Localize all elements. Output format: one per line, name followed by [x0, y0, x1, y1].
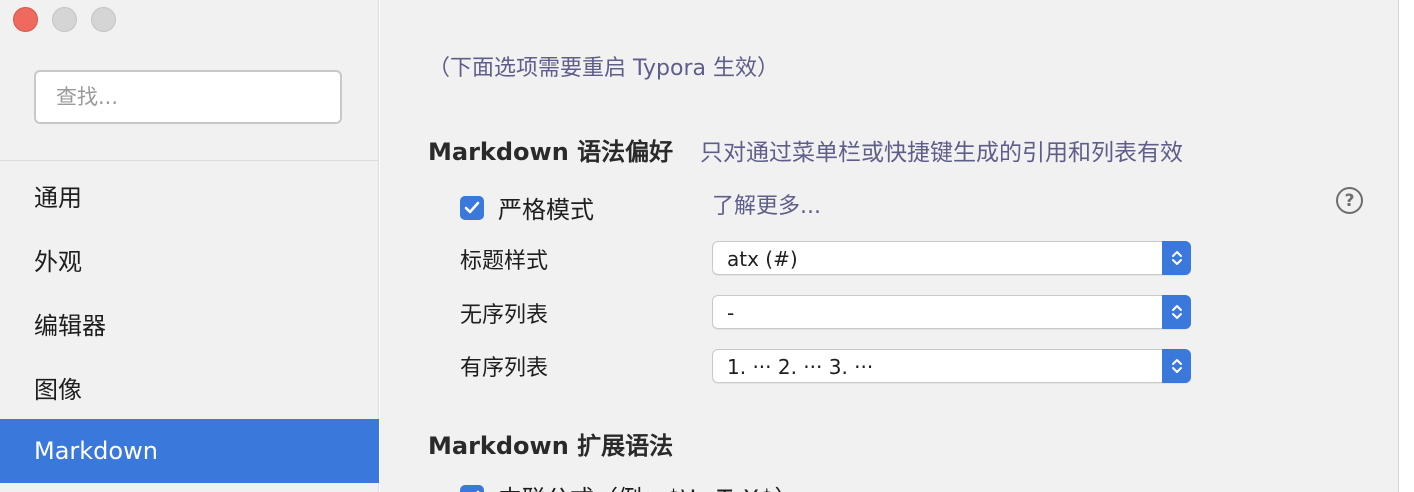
inline-math-label: 内联公式（例：$\LaTeX$） — [498, 479, 799, 492]
sidebar-item-label: 编辑器 — [34, 311, 106, 340]
zoom-window-button[interactable] — [91, 7, 116, 32]
chevron-updown-icon — [1162, 241, 1191, 275]
sidebar-item-general[interactable]: 通用 — [0, 163, 379, 227]
strict-mode-label: 严格模式 — [498, 196, 594, 224]
unordered-list-label: 无序列表 — [460, 303, 549, 328]
search-box[interactable] — [34, 70, 342, 124]
question-circle-icon[interactable]: ? — [1336, 187, 1363, 214]
heading-style-value: atx (#) — [727, 247, 798, 271]
sidebar-item-editor[interactable]: 编辑器 — [0, 291, 379, 355]
chevron-updown-icon — [1162, 349, 1191, 383]
sidebar-item-label: 图像 — [34, 375, 82, 404]
sidebar-item-image[interactable]: 图像 — [0, 355, 379, 419]
sidebar-item-markdown[interactable]: Markdown — [0, 419, 379, 483]
sidebar-item-appearance[interactable]: 外观 — [0, 227, 379, 291]
unordered-list-value: - — [727, 301, 735, 325]
minimize-window-button[interactable] — [52, 7, 77, 32]
preferences-nav: 通用 外观 编辑器 图像 Markdown — [0, 163, 379, 483]
learn-more-link[interactable]: 了解更多... — [712, 188, 821, 220]
window-edge — [1398, 0, 1414, 492]
unordered-list-select[interactable]: - — [712, 295, 1191, 329]
strict-mode-checkbox[interactable] — [460, 195, 484, 220]
chevron-updown-icon — [1162, 295, 1191, 329]
syntax-section-title: Markdown 语法偏好 — [428, 138, 674, 166]
inline-math-checkbox[interactable] — [460, 484, 484, 492]
ordered-list-value: 1. ··· 2. ··· 3. ··· — [727, 355, 874, 379]
sidebar-item-label: 外观 — [34, 247, 82, 276]
restart-note: （下面选项需要重启 Typora 生效） — [428, 56, 779, 81]
ordered-list-select[interactable]: 1. ··· 2. ··· 3. ··· — [712, 349, 1191, 383]
syntax-section-hint: 只对通过菜单栏或快捷键生成的引用和列表有效 — [700, 140, 1183, 166]
heading-style-label: 标题样式 — [460, 249, 549, 274]
sidebar: 通用 外观 编辑器 图像 Markdown — [0, 0, 379, 492]
window-controls — [13, 7, 116, 33]
extended-section-title: Markdown 扩展语法 — [428, 432, 674, 460]
strict-mode-option[interactable]: 严格模式 — [460, 190, 594, 225]
search-input[interactable] — [36, 72, 340, 122]
checkmark-icon — [464, 201, 480, 213]
ordered-list-label: 有序列表 — [460, 356, 549, 381]
sidebar-divider — [0, 160, 379, 161]
heading-style-select[interactable]: atx (#) — [712, 241, 1191, 275]
close-window-button[interactable] — [13, 7, 38, 32]
sidebar-item-label: 通用 — [34, 183, 82, 212]
inline-math-option[interactable]: 内联公式（例：$\LaTeX$） — [460, 479, 799, 492]
sidebar-item-label: Markdown — [34, 437, 158, 465]
